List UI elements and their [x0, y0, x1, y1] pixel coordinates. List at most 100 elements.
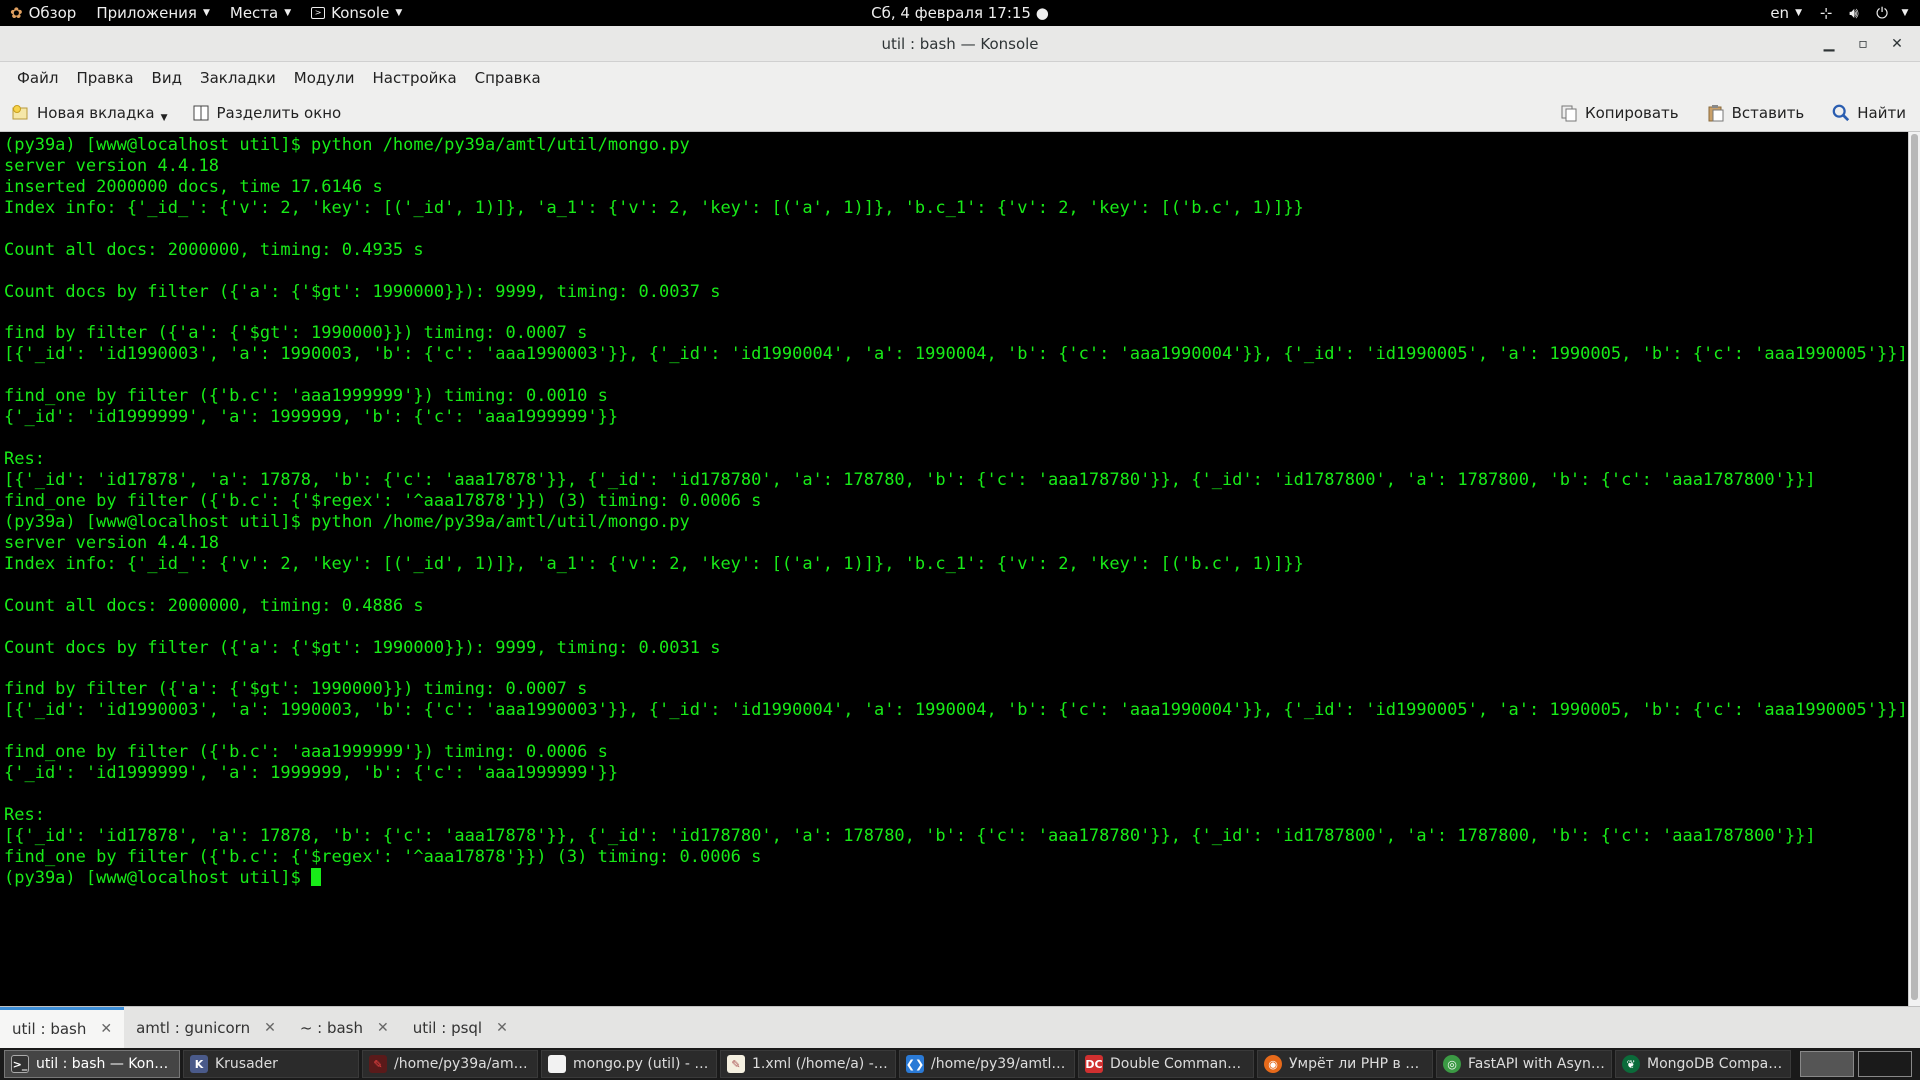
- terminal-line: Res:: [4, 449, 45, 470]
- window-list-label: /home/py39/amtl_a...: [931, 1056, 1068, 1072]
- copy-button[interactable]: Копировать: [1552, 94, 1687, 132]
- terminal-line: [{'_id': 'id17878', 'a': 17878, 'b': {'c…: [4, 470, 1816, 490]
- volume-icon[interactable]: 🔊︎: [1840, 4, 1868, 22]
- menu-plugins[interactable]: Модули: [285, 62, 364, 94]
- workspace-1[interactable]: [1800, 1051, 1854, 1077]
- terminal-line: server version 4.4.18: [4, 155, 219, 176]
- menu-help[interactable]: Справка: [466, 62, 550, 94]
- workspace-switcher: [1796, 1051, 1912, 1077]
- gedit-icon: ✎: [727, 1055, 745, 1073]
- chevron-down-icon[interactable]: ▼: [161, 113, 168, 123]
- terminal-line: server version 4.4.18: [4, 532, 219, 553]
- window-list-button[interactable]: ◎ FastAPI with Async ...: [1436, 1050, 1612, 1078]
- menu-file[interactable]: Файл: [8, 62, 67, 94]
- terminal-tab-bar: util : bash ✕ amtl : gunicorn ✕ ~ : bash ✕ uti…: [0, 1006, 1920, 1048]
- terminal-line: {'_id': 'id1999999', 'a': 1999999, 'b': …: [4, 407, 619, 428]
- activities-button[interactable]: ✿ Обзор: [0, 0, 86, 26]
- close-icon[interactable]: ✕: [1880, 36, 1914, 52]
- split-view-label: Разделить окно: [216, 103, 342, 122]
- split-view-button[interactable]: Разделить окно: [184, 94, 350, 132]
- menu-view[interactable]: Вид: [143, 62, 191, 94]
- input-source-menu[interactable]: en ▼: [1760, 0, 1812, 26]
- menu-edit[interactable]: Правка: [67, 62, 142, 94]
- menu-settings[interactable]: Настройка: [364, 62, 466, 94]
- terminal-line: find_one by filter ({'b.c': {'$regex': '…: [4, 490, 762, 511]
- window-list-label: /home/py39a/amtl -...: [394, 1056, 531, 1072]
- terminal-tab[interactable]: ~ : bash ✕: [288, 1007, 401, 1048]
- network-icon[interactable]: ⊹: [1812, 4, 1840, 22]
- workspace-2[interactable]: [1858, 1051, 1912, 1077]
- terminal-view[interactable]: (py39a) [www@localhost util]$ python /ho…: [0, 132, 1918, 1006]
- window-title: util : bash — Konsole: [881, 34, 1039, 53]
- terminal-line: find by filter ({'a': {'$gt': 1990000}})…: [4, 323, 588, 344]
- window-list-button[interactable]: ✎ /home/py39a/amtl -...: [362, 1050, 538, 1078]
- terminal-line: [{'_id': 'id1990003', 'a': 1990003, 'b':…: [4, 344, 1908, 365]
- mongodb-icon: ❦: [1622, 1055, 1640, 1073]
- terminal-scrollbar[interactable]: [1908, 132, 1920, 1006]
- toolbar-right: Копировать Вставить Найти: [1552, 94, 1914, 132]
- terminal-cursor: [311, 867, 322, 886]
- gnome-foot-icon: ✿: [10, 4, 23, 22]
- window-list-button[interactable]: DC Double Commander...: [1078, 1050, 1254, 1078]
- terminal-line: Count all docs: 2000000, timing: 0.4886 …: [4, 595, 424, 616]
- firefox-icon: ◉: [1264, 1055, 1282, 1073]
- gnome-top-bar: ✿ Обзор Приложения ▼ Места ▼ > Konsole ▼…: [0, 0, 1920, 26]
- window-list-button[interactable]: K Krusader: [183, 1050, 359, 1078]
- terminal-line: Index info: {'_id_': {'v': 2, 'key': [('…: [4, 553, 1304, 574]
- terminal-icon: >_: [11, 1055, 29, 1073]
- krusader-icon: K: [190, 1055, 208, 1073]
- chevron-down-icon: ▼: [284, 8, 292, 18]
- window-list-items: >_ util : bash — Konsole K Krusader ✎ /home/p…: [4, 1050, 1794, 1078]
- window-list-button[interactable]: >_ util : bash — Konsole: [4, 1050, 180, 1078]
- window-list-button[interactable]: mongo.py (util) - Br...: [541, 1050, 717, 1078]
- terminal-line: Res:: [4, 805, 45, 825]
- chevron-down-icon[interactable]: ▼: [1896, 8, 1914, 18]
- terminal-tab[interactable]: util : bash ✕: [0, 1007, 125, 1048]
- close-icon[interactable]: ✕: [264, 1020, 276, 1036]
- close-icon[interactable]: ✕: [100, 1021, 112, 1037]
- document-icon: [548, 1055, 566, 1073]
- close-icon[interactable]: ✕: [377, 1020, 389, 1036]
- minimize-icon[interactable]: ▁: [1812, 36, 1846, 52]
- window-list-button[interactable]: ❮❯ /home/py39/amtl_a...: [899, 1050, 1075, 1078]
- clock[interactable]: Сб, 4 февраля 17:15 ●: [871, 4, 1049, 22]
- maximize-icon[interactable]: ▫: [1846, 36, 1880, 52]
- scrollbar-thumb[interactable]: [1911, 134, 1918, 1000]
- terminal-line: find_one by filter ({'b.c': 'aaa1999999'…: [4, 386, 608, 407]
- terminal-prompt-line[interactable]: (py39a) [www@localhost util]$: [4, 867, 1908, 889]
- activities-label: Обзор: [28, 4, 77, 22]
- find-button[interactable]: Найти: [1824, 94, 1914, 132]
- window-list-label: mongo.py (util) - Br...: [573, 1056, 710, 1072]
- chevron-down-icon: ▼: [1795, 8, 1802, 18]
- input-source-label: en: [1770, 4, 1790, 22]
- konsole-icon: >: [311, 7, 326, 19]
- terminal-line: [{'_id': 'id1990003', 'a': 1990003, 'b':…: [4, 700, 1908, 721]
- chevron-down-icon: ▼: [395, 8, 403, 18]
- power-icon[interactable]: ⏻: [1868, 4, 1896, 22]
- places-menu[interactable]: Места ▼: [220, 0, 301, 26]
- terminal-tab[interactable]: util : psql ✕: [401, 1007, 520, 1048]
- app-menu[interactable]: > Konsole ▼: [301, 0, 412, 26]
- window-list-button[interactable]: ◉ Умрёт ли PHP в 20...: [1257, 1050, 1433, 1078]
- window-list-button[interactable]: ❦ MongoDB Compass ...: [1615, 1050, 1791, 1078]
- terminal-line: Count docs by filter ({'a': {'$gt': 1990…: [4, 637, 721, 658]
- new-tab-button[interactable]: Новая вкладка ▼: [0, 94, 176, 132]
- terminal-tab[interactable]: amtl : gunicorn ✕: [124, 1007, 288, 1048]
- window-list-button[interactable]: ✎ 1.xml (/home/a) - ge...: [720, 1050, 896, 1078]
- applications-menu[interactable]: Приложения ▼: [86, 0, 220, 26]
- menu-bookmarks[interactable]: Закладки: [191, 62, 285, 94]
- window-titlebar[interactable]: util : bash — Konsole ▁ ▫ ✕: [0, 26, 1920, 62]
- split-view-icon: [192, 104, 210, 122]
- paste-button[interactable]: Вставить: [1699, 94, 1813, 132]
- applications-label: Приложения: [96, 4, 197, 22]
- window-list-label: Krusader: [215, 1056, 278, 1072]
- app-menu-label: Konsole: [331, 4, 390, 22]
- tab-label: ~ : bash: [299, 1018, 364, 1037]
- close-icon[interactable]: ✕: [496, 1020, 508, 1036]
